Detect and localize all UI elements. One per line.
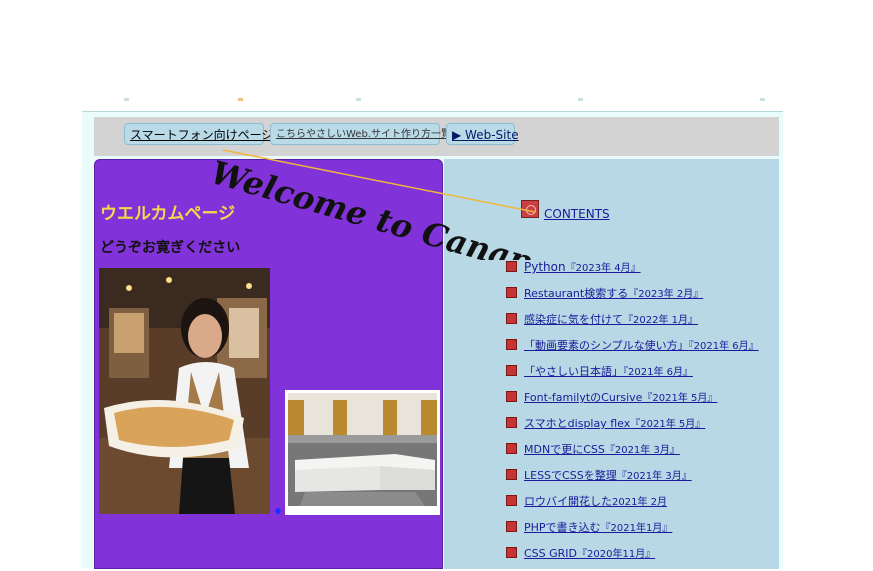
bullet-icon [506,313,517,324]
article-link[interactable]: LESSでCSSを整理『2021年 3月』 [524,467,692,483]
article-link[interactable]: Font-familytのCursive『2021年 5月』 [524,389,717,405]
diamond-marker: ♦ [273,505,283,518]
article-link[interactable]: PHPで書き込む『2021年1月』 [524,519,672,535]
article-title: 感染症に気を付けて [524,313,623,326]
top-navbar: スマートフォン向けページ こちらやさしいWeb.サイト作り方一覧 ▶ Web-S… [94,117,779,156]
article-title: MDNで更にCSS [524,443,605,456]
article-link[interactable]: CSS GRID『2020年11月』 [524,545,655,560]
article-title: ロウバイ開花した [524,495,612,508]
article-date: 『2021年 3月』 [616,471,692,482]
article-link[interactable]: 感染症に気を付けて『2022年 1月』 [524,311,698,327]
article-link[interactable]: 「やさしい日本語」『2021年 6月』 [524,363,693,379]
article-date: 『2023年 2月』 [628,289,704,300]
article-title: 「やさしい日本語」 [524,365,623,378]
article-link[interactable]: Restaurant検索する『2023年 2月』 [524,285,703,301]
bullet-icon [506,365,517,376]
article-date: 『2022年 1月』 [623,315,698,326]
bullet-icon [506,287,517,298]
bullet-icon [506,261,517,272]
article-title: Font-familytのCursive [524,391,643,404]
bullet-icon [506,443,517,454]
welcome-subtitle: どうぞお寛ぎください [100,240,241,256]
welcome-panel: ウエルカムページ どうぞお寛ぎください ♦ [94,159,443,569]
bullet-icon [506,495,517,506]
photo-white-sofa [285,390,440,515]
bullet-icon [506,469,517,480]
website-button[interactable]: ▶ Web-Site [446,123,519,145]
smartphone-page-button[interactable]: スマートフォン向けページ [124,123,273,145]
bullet-icon [506,521,517,532]
photo-woman-with-tray [99,268,270,514]
article-title: Python [524,260,566,274]
article-date: 『2020年11月』 [577,549,656,560]
article-title: CSS GRID [524,547,578,560]
contents-icon [521,200,539,218]
article-link[interactable]: 「動画要素のシンプルな使い方」『2021年 6月』 [524,337,759,353]
article-title: 「動画要素のシンプルな使い方」 [524,339,689,352]
article-date: 『2021年 6月』 [688,341,759,352]
article-link[interactable]: スマホとdisplay flex『2021年 5月』 [524,415,705,431]
article-date: 2021年 2月 [612,497,667,508]
article-title: LESSでCSSを整理 [524,469,617,482]
bullet-icon [506,339,517,350]
article-title: PHPで書き込む [524,521,601,534]
article-link[interactable]: ロウバイ開花した2021年 2月 [524,493,667,509]
welcome-title: ウエルカムページ [100,204,236,224]
article-date: 『2021年1月』 [600,523,673,534]
article-title: Restaurant検索する [524,287,629,300]
bullet-icon [506,391,517,402]
article-date: 『2021年 3月』 [604,445,680,456]
contents-link[interactable]: CONTENTS [544,207,610,221]
article-date: 『2023年 4月』 [565,263,641,274]
article-date: 『2021年 5月』 [642,393,718,404]
article-link[interactable]: MDNで更にCSS『2021年 3月』 [524,441,680,457]
site-guide-button[interactable]: こちらやさしいWeb.サイト作り方一覧 [270,123,451,145]
article-date: 『2021年 5月』 [630,419,706,430]
top-dots [120,98,780,104]
bullet-icon [506,417,517,428]
article-title: スマホとdisplay flex [524,417,631,430]
bullet-icon [506,547,517,558]
article-link[interactable]: Python『2023年 4月』 [524,259,641,274]
article-date: 『2021年 6月』 [623,367,693,378]
contents-panel: CONTENTS Python『2023年 4月』 Restaurant検索する『… [444,159,779,569]
